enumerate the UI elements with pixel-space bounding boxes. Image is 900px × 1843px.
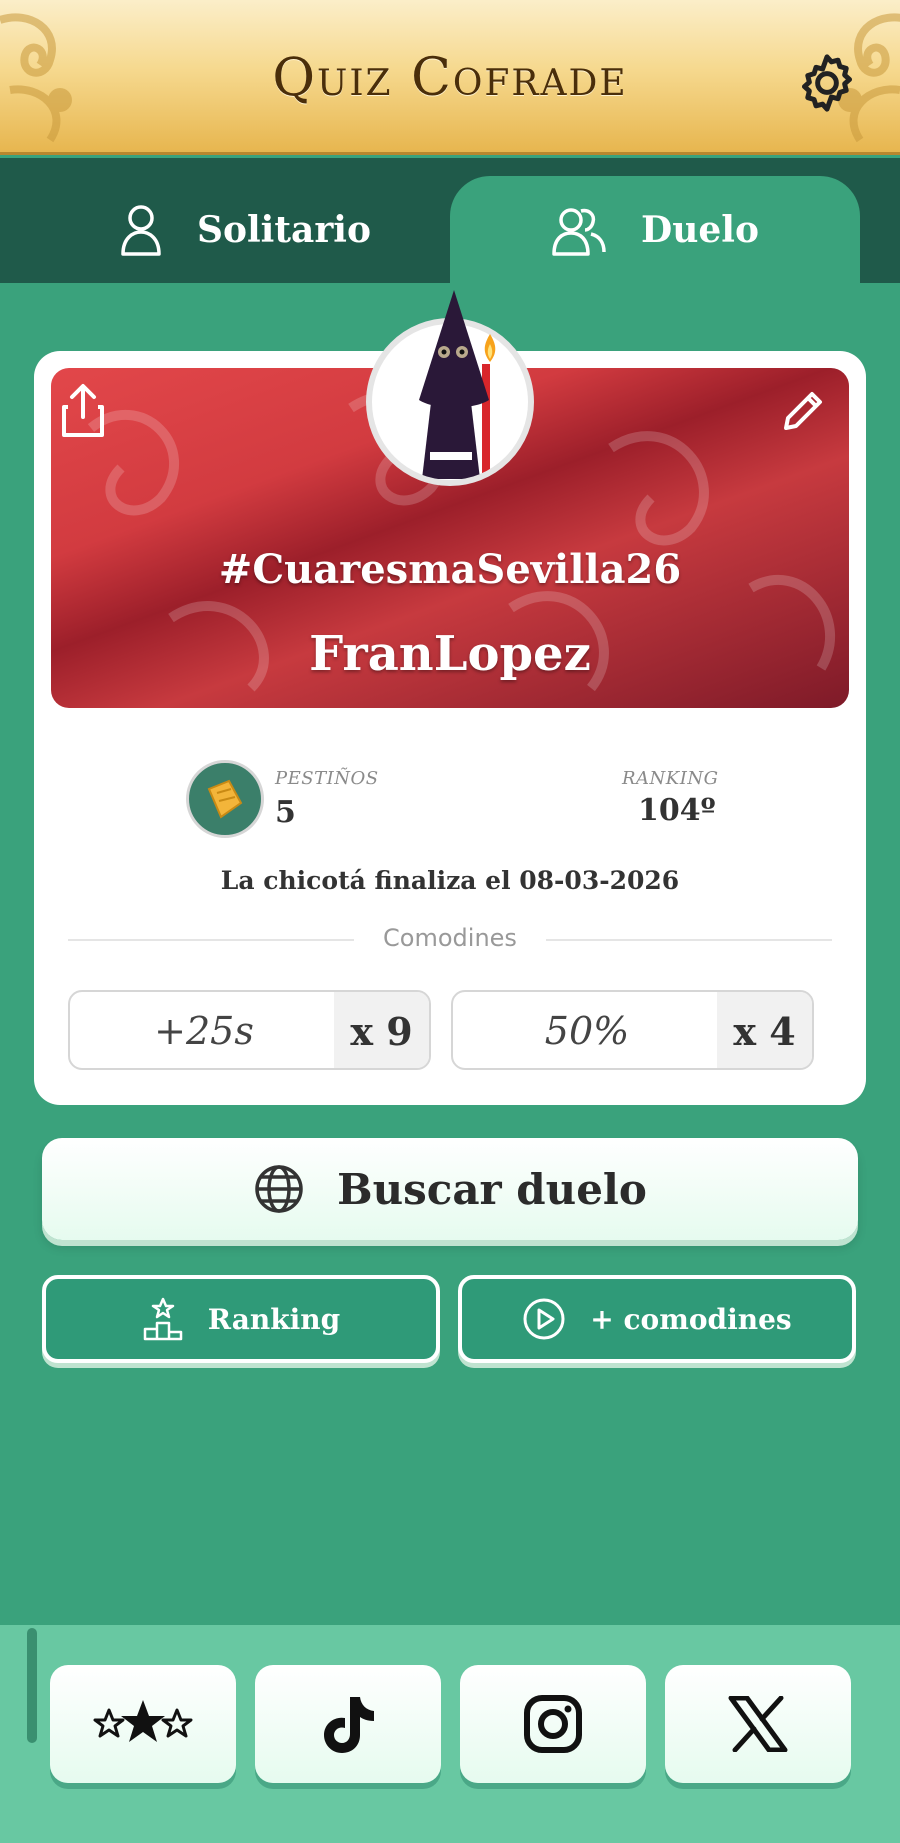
pestinos-label: PESTIÑOS bbox=[275, 768, 379, 789]
tab-duelo[interactable]: Duelo bbox=[450, 176, 860, 283]
profile-username: FranLopez bbox=[309, 626, 591, 682]
pastry-icon bbox=[207, 779, 243, 819]
x-twitter-button[interactable] bbox=[665, 1665, 851, 1783]
ranking-value: 104º bbox=[638, 793, 716, 828]
ranking-button[interactable]: Ranking bbox=[42, 1275, 440, 1363]
x-icon bbox=[728, 1696, 788, 1752]
more-jokers-button[interactable]: + comodines bbox=[458, 1275, 856, 1363]
app-header: Quiz Cofrade bbox=[0, 0, 900, 155]
pestinos-icon bbox=[186, 760, 264, 838]
user-icon bbox=[121, 204, 161, 256]
podium-icon bbox=[143, 1297, 183, 1341]
rate-stars-icon bbox=[93, 1700, 193, 1742]
joker-fifty-value: 50% bbox=[544, 1009, 630, 1053]
pencil-icon bbox=[784, 392, 822, 430]
candle-flame-icon bbox=[484, 334, 496, 362]
jokers-title: Comodines bbox=[383, 924, 517, 952]
app-title: Quiz Cofrade bbox=[272, 48, 628, 108]
tab-solitario[interactable]: Solitario bbox=[40, 176, 450, 283]
share-button[interactable] bbox=[58, 383, 108, 439]
joker-fifty-count: x 4 bbox=[717, 992, 812, 1068]
joker-time-value: +25s bbox=[154, 1009, 254, 1053]
gear-icon bbox=[801, 54, 853, 112]
search-duel-button[interactable]: Buscar duelo bbox=[42, 1138, 858, 1240]
settings-button[interactable] bbox=[792, 48, 862, 118]
more-jokers-label: + comodines bbox=[590, 1302, 792, 1336]
hood-icon bbox=[419, 290, 489, 408]
joker-time-button[interactable]: +25s x 9 bbox=[68, 990, 431, 1070]
edit-profile-button[interactable] bbox=[778, 386, 828, 436]
mode-tabs: Solitario Duelo bbox=[0, 158, 900, 283]
pestinos-value: 5 bbox=[275, 795, 296, 830]
avatar bbox=[366, 290, 536, 490]
globe-icon bbox=[255, 1165, 303, 1213]
rate-app-button[interactable] bbox=[50, 1665, 236, 1783]
instagram-icon bbox=[524, 1695, 582, 1753]
ranking-button-label: Ranking bbox=[207, 1302, 341, 1336]
play-circle-icon bbox=[523, 1298, 565, 1340]
scrollbar[interactable] bbox=[27, 1628, 37, 1743]
instagram-button[interactable] bbox=[460, 1665, 646, 1783]
search-duel-label: Buscar duelo bbox=[337, 1164, 647, 1214]
tiktok-button[interactable] bbox=[255, 1665, 441, 1783]
tiktok-icon bbox=[324, 1697, 374, 1753]
deadline-text: La chicotá finaliza el 08-03-2026 bbox=[220, 866, 680, 895]
profile-hashtag: #CuaresmaSevilla26 bbox=[218, 546, 682, 593]
ranking-label: RANKING bbox=[622, 768, 719, 789]
share-icon bbox=[62, 384, 104, 437]
joker-time-count: x 9 bbox=[334, 992, 429, 1068]
joker-fifty-button[interactable]: 50% x 4 bbox=[451, 990, 814, 1070]
tab-solitario-label: Solitario bbox=[197, 208, 371, 251]
users-icon bbox=[552, 207, 606, 256]
tab-duelo-label: Duelo bbox=[641, 208, 759, 251]
